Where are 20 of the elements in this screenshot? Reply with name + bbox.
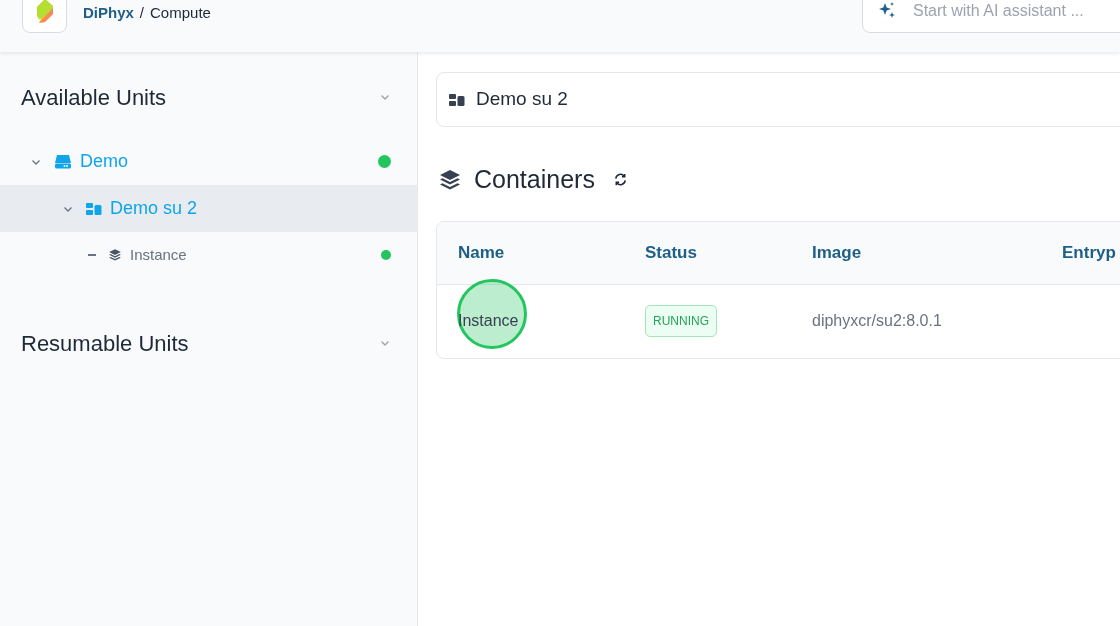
- section-title: Available Units: [21, 83, 167, 112]
- assistant-input[interactable]: Start with AI assistant ...: [913, 0, 1120, 23]
- assistant-field[interactable]: Start with AI assistant ...: [862, 0, 1120, 33]
- column-header: Name: [458, 241, 506, 264]
- column-header: Status: [645, 241, 698, 264]
- table-cell-text: diphyxcr/su2:8.0.1: [812, 311, 943, 331]
- tree-item[interactable]: Instance: [0, 232, 417, 278]
- tree-label: Demo: [80, 150, 128, 173]
- tree-item[interactable]: Demo: [0, 138, 417, 185]
- column-header: Image: [812, 241, 863, 264]
- breadcrumb-current: Compute: [150, 3, 211, 23]
- status-badge: RUNNING: [645, 305, 717, 337]
- unit-title: Demo su 2: [476, 87, 568, 112]
- breadcrumb-separator: /: [139, 3, 145, 23]
- section-heading: Containers: [474, 164, 595, 195]
- tree-label: Demo su 2: [110, 197, 198, 220]
- section-title: Resumable Units: [21, 329, 189, 358]
- brand-link[interactable]: DiPhyx: [83, 2, 134, 25]
- column-header: Entryp: [1062, 241, 1116, 264]
- tree-label: Instance: [130, 244, 187, 265]
